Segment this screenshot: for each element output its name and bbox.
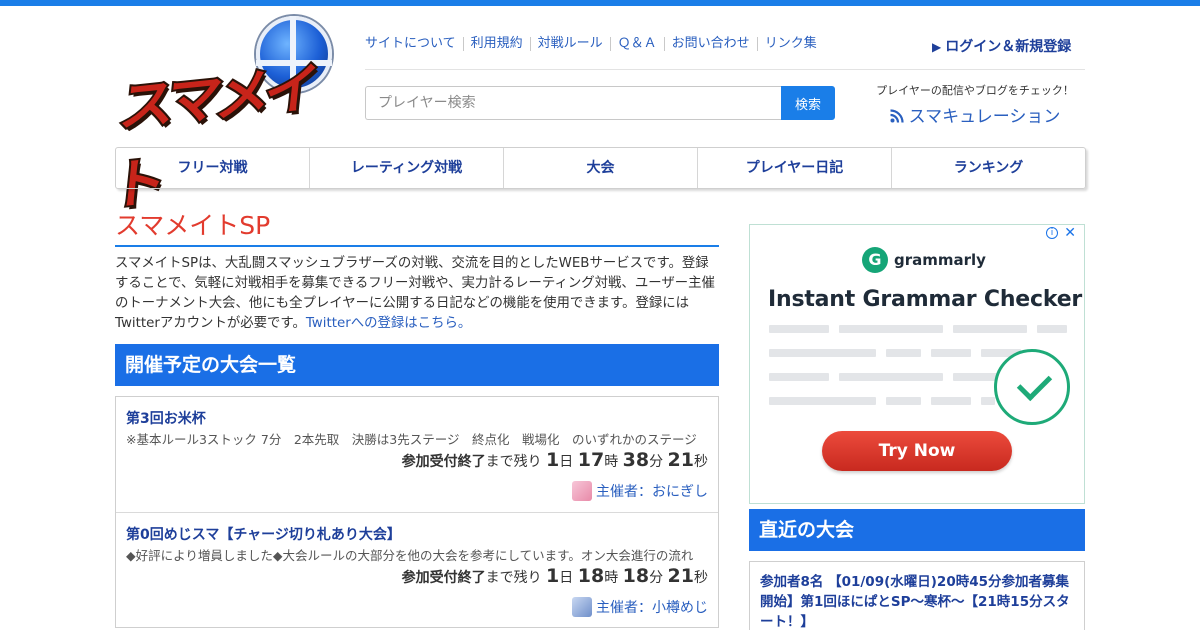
recent-tournaments-heading: 直近の大会 <box>749 509 1085 551</box>
day-unit: 日 <box>559 570 574 586</box>
tab-free-battle[interactable]: フリー対戦 <box>116 148 309 188</box>
hour-unit: 時 <box>604 570 619 586</box>
countdown: 参加受付終了まで残り 1日 17時 38分 21秒 <box>402 449 708 471</box>
nav-link-qa[interactable]: Ｑ＆Ａ <box>609 37 664 51</box>
countdown: 参加受付終了まで残り 1日 18時 18分 21秒 <box>402 565 708 587</box>
countdown-days: 1 <box>546 449 560 471</box>
site-description: スマメイトSPは、大乱闘スマッシュブラザーズの対戦、交流を目的としたWEBサービ… <box>115 254 721 334</box>
tournament-name[interactable]: 第0回めじスマ【チャージ切り札あり大会】 <box>126 524 708 544</box>
remaining-label: まで残り <box>485 454 542 470</box>
checkmark-icon <box>994 349 1070 425</box>
countdown-minutes: 38 <box>622 449 650 471</box>
tournament-item[interactable]: 第3回お米杯 ※基本ルール3ストック 7分 2本先取 決勝は3先ステージ 終点化… <box>116 397 718 512</box>
header-nav: サイトについて 利用規約 対戦ルール Ｑ＆Ａ お問い合わせ リンク集 <box>365 37 824 51</box>
tab-tournament[interactable]: 大会 <box>503 148 697 188</box>
main-nav: フリー対戦 レーティング対戦 大会 プレイヤー日記 ランキング <box>115 147 1086 189</box>
avatar <box>572 481 592 501</box>
upcoming-tournaments-heading: 開催予定の大会一覧 <box>115 344 719 386</box>
site-logo[interactable]: スマメイト <box>106 16 332 220</box>
curation-link[interactable]: プレイヤーの配信やブログをチェック！ スマキュレーション <box>873 82 1077 127</box>
tab-player-diary[interactable]: プレイヤー日記 <box>697 148 891 188</box>
organizer-name: 主催者：小樽めじ <box>596 600 708 616</box>
minute-unit: 分 <box>649 454 664 470</box>
grammarly-logo-icon: G <box>862 247 888 273</box>
ad-info-icon[interactable]: i <box>1046 227 1058 239</box>
tournament-rules: ※基本ルール3ストック 7分 2本先取 決勝は3先ステージ 終点化 戦場化 のい… <box>126 432 697 447</box>
player-search-input[interactable] <box>365 86 782 120</box>
tab-ranking[interactable]: ランキング <box>891 148 1085 188</box>
countdown-seconds: 21 <box>667 449 694 471</box>
ad-brand-name: grammarly <box>894 251 986 269</box>
tab-rating-battle[interactable]: レーティング対戦 <box>309 148 503 188</box>
avatar <box>572 597 592 617</box>
countdown-seconds: 21 <box>667 565 694 587</box>
organizer-name: 主催者：おにぎし <box>596 484 708 500</box>
entry-status: 参加受付終了 <box>401 570 486 586</box>
countdown-hours: 18 <box>577 565 605 587</box>
header-divider <box>365 69 1085 70</box>
countdown-hours: 17 <box>577 449 605 471</box>
top-accent-bar <box>0 0 1200 6</box>
recent-tournament-list: 参加者8名 【01/09(水曜日)20時45分参加者募集開始】第1回ほにぱとSP… <box>749 561 1085 630</box>
nav-link-terms[interactable]: 利用規約 <box>462 37 530 51</box>
remaining-label: まで残り <box>485 570 542 586</box>
nav-link-links[interactable]: リンク集 <box>756 37 824 51</box>
day-unit: 日 <box>559 454 574 470</box>
play-triangle-icon: ▶ <box>932 40 942 54</box>
ad-brand: G grammarly <box>862 247 986 273</box>
nav-link-rules[interactable]: 対戦ルール <box>529 37 610 51</box>
advertisement[interactable]: i ✕ G grammarly Instant Grammar Checker … <box>749 224 1085 504</box>
login-register-link[interactable]: ▶ ログイン＆新規登録 <box>932 36 1087 56</box>
curation-title-row: スマキュレーション <box>873 102 1077 127</box>
logo-text: スマメイト <box>106 55 319 220</box>
twitter-register-link[interactable]: Twitterへの登録はこちら。 <box>306 316 471 331</box>
ad-try-now-button[interactable]: Try Now <box>822 431 1012 471</box>
rss-icon <box>889 109 904 123</box>
ad-headline: Instant Grammar Checker <box>768 287 1083 312</box>
tournament-list: 第3回お米杯 ※基本ルール3ストック 7分 2本先取 決勝は3先ステージ 終点化… <box>115 396 719 628</box>
entry-status: 参加受付終了 <box>401 454 486 470</box>
ad-close-icon[interactable]: ✕ <box>1064 225 1076 241</box>
player-search: 検索 <box>365 86 835 120</box>
minute-unit: 分 <box>649 570 664 586</box>
countdown-minutes: 18 <box>622 565 650 587</box>
tournament-rules: ◆好評により増員しました◆大会ルールの大部分を他の大会を参考にしています。オン大… <box>126 548 694 563</box>
search-button[interactable]: 検索 <box>781 86 835 120</box>
second-unit: 秒 <box>694 454 708 470</box>
curation-title: スマキュレーション <box>908 107 1061 127</box>
curation-subtitle: プレイヤーの配信やブログをチェック！ <box>876 84 1074 97</box>
tournament-item[interactable]: 第0回めじスマ【チャージ切り札あり大会】 ◆好評により増員しました◆大会ルールの… <box>116 512 718 627</box>
nav-link-contact[interactable]: お問い合わせ <box>663 37 757 51</box>
organizer-link[interactable]: 主催者：おにぎし <box>572 481 708 501</box>
page-title: スマメイトSP <box>115 206 719 247</box>
nav-link-about[interactable]: サイトについて <box>365 37 463 51</box>
tournament-name[interactable]: 第3回お米杯 <box>126 408 708 428</box>
login-label: ログイン＆新規登録 <box>945 39 1072 55</box>
hour-unit: 時 <box>604 454 619 470</box>
organizer-link[interactable]: 主催者：小樽めじ <box>572 597 708 617</box>
countdown-days: 1 <box>546 565 560 587</box>
recent-tournament-link[interactable]: 参加者8名 【01/09(水曜日)20時45分参加者募集開始】第1回ほにぱとSP… <box>760 572 1074 630</box>
second-unit: 秒 <box>694 570 708 586</box>
